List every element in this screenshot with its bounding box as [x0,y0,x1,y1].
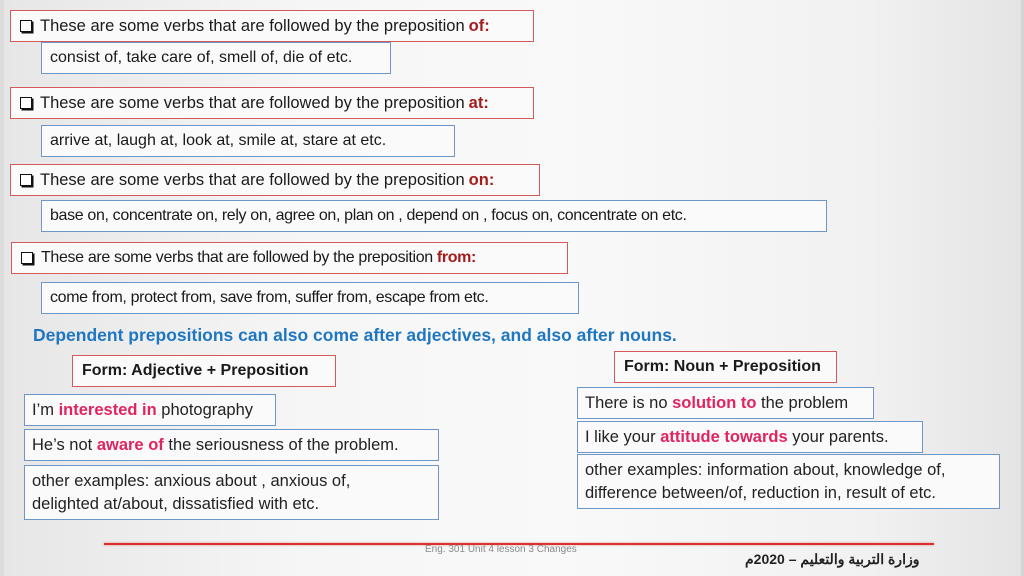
preposition-label: at: [468,94,489,112]
noun-example-1: There is no solution to the problem [577,387,874,419]
adjective-example-2: He’s not aware of the seriousness of the… [24,429,439,461]
example-before: He’s not [32,436,97,454]
checkbox-bullet-icon [20,97,32,109]
heading-text: These are some verbs that are followed b… [40,94,465,112]
example-before: There is no [585,394,673,412]
heading-text: These are some verbs that are followed b… [41,249,433,266]
example-highlight: attitude towards [660,428,788,446]
example-highlight: aware of [96,436,164,454]
subtitle: Dependent prepositions can also come aft… [33,325,677,345]
adjective-example-1: I’m interested in photography [24,394,276,426]
example-after: photography [156,401,254,419]
heading-from: These are some verbs that are followed b… [11,242,568,274]
other-examples-line-2: difference between/of, reduction in, res… [585,484,936,502]
examples-at: arrive at, laugh at, look at, smile at, … [41,125,455,157]
preposition-label: on: [468,171,495,189]
examples-text: arrive at, laugh at, look at, smile at, … [50,132,387,149]
form-label-noun: Form: Noun + Preposition [614,351,837,383]
preposition-label: of: [468,17,490,35]
examples-of: consist of, take care of, smell of, die … [41,42,391,74]
examples-text: base on, concentrate on, rely on, agree … [50,207,687,224]
checkbox-bullet-icon [20,20,32,32]
example-after: your parents. [787,428,889,446]
examples-text: come from, protect from, save from, suff… [50,289,489,306]
other-examples-line-2: delighted at/about, dissatisfied with et… [32,495,320,513]
noun-example-2: I like your attitude towards your parent… [577,421,923,453]
checkbox-bullet-icon [21,252,33,264]
example-highlight: interested in [58,401,157,419]
example-after: the problem [756,394,849,412]
heading-of: These are some verbs that are followed b… [10,10,534,42]
heading-on: These are some verbs that are followed b… [10,164,540,196]
footer-ministry-label: وزارة التربية والتعليم – 2020م [745,551,920,567]
other-examples-line-1: other examples: information about, knowl… [585,461,946,479]
examples-from: come from, protect from, save from, suff… [41,282,579,314]
examples-on: base on, concentrate on, rely on, agree … [41,200,827,232]
heading-at: These are some verbs that are followed b… [10,87,534,119]
example-before: I’m [32,401,59,419]
example-highlight: solution to [672,394,757,412]
form-label-adjective: Form: Adjective + Preposition [72,355,336,387]
adjective-other-examples: other examples: anxious about , anxious … [24,465,439,520]
example-before: I like your [585,428,661,446]
checkbox-bullet-icon [20,174,32,186]
footer-course-label: Eng. 301 Unit 4 lesson 3 Changes [425,544,577,555]
other-examples-line-1: other examples: anxious about , anxious … [32,472,351,490]
slide-left-edge [0,0,4,576]
form-label-text: Form: Adjective + Preposition [82,362,309,379]
preposition-label: from: [436,249,476,266]
noun-other-examples: other examples: information about, knowl… [577,454,1000,509]
heading-text: These are some verbs that are followed b… [40,171,465,189]
form-label-text: Form: Noun + Preposition [624,358,821,375]
example-after: the seriousness of the problem. [163,436,399,454]
heading-text: These are some verbs that are followed b… [40,17,465,35]
examples-text: consist of, take care of, smell of, die … [50,49,353,66]
